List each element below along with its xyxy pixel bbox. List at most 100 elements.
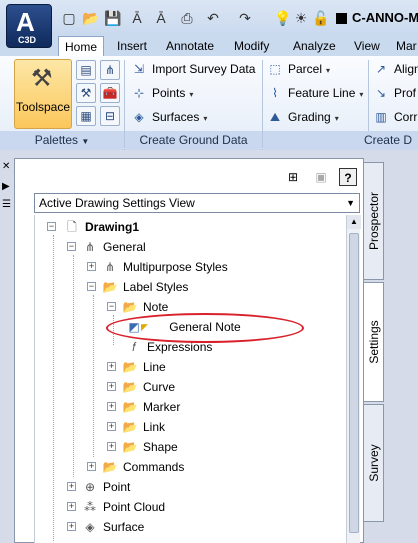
alignment-dropdown[interactable]: ↗ Align: [372, 58, 418, 80]
scroll-thumb[interactable]: [349, 233, 359, 533]
tree-label: Point Cloud: [103, 500, 166, 514]
save-as-icon[interactable]: Ā: [128, 9, 146, 27]
tool-palette-icon[interactable]: ⚒: [76, 83, 96, 103]
surfaces-dropdown[interactable]: ◈ Surfaces ▾: [130, 106, 207, 128]
tab-annotate[interactable]: Annotate: [166, 36, 214, 56]
expand-toggle[interactable]: +: [67, 522, 76, 531]
tab-prospector[interactable]: Prospector: [364, 162, 384, 280]
tree-node-general[interactable]: − ⋔ General: [67, 237, 146, 257]
folder-open-icon: 📂: [102, 280, 118, 294]
expand-toggle[interactable]: +: [107, 362, 116, 371]
close-icon[interactable]: ✕: [2, 162, 12, 172]
save-icon[interactable]: 💾: [104, 9, 122, 27]
open-folder-icon[interactable]: 📂: [82, 9, 100, 27]
tree-node-multipurpose-styles[interactable]: + ⋔ Multipurpose Styles: [87, 257, 228, 277]
import-survey-label: Import Survey Data: [152, 62, 256, 76]
tree-node-drawing1[interactable]: − 🗋 Drawing1: [47, 217, 139, 237]
parcel-dropdown[interactable]: ⬚ Parcel ▾: [266, 58, 330, 80]
scroll-up-arrow[interactable]: ▲: [347, 215, 361, 229]
view-selector-dropdown[interactable]: Active Drawing Settings View ▼: [34, 193, 360, 213]
profile-dropdown[interactable]: ↘ Prof: [372, 82, 416, 104]
expand-toggle[interactable]: +: [107, 422, 116, 431]
tree-node-curve[interactable]: + 📂 Curve: [107, 377, 175, 397]
palettes-label: Palettes: [34, 133, 79, 147]
tab-settings[interactable]: Settings: [364, 282, 384, 402]
tab-insert[interactable]: Insert: [117, 36, 147, 56]
profile-label: Prof: [394, 86, 417, 100]
import-survey-data-button[interactable]: ⇲ Import Survey Data: [130, 58, 255, 80]
tree-node-link[interactable]: + 📂 Link: [107, 417, 165, 437]
feature-line-dropdown[interactable]: ⌇ Feature Line ▾: [266, 82, 363, 104]
grading-label: Grading: [288, 110, 331, 124]
chevron-down-icon: ▾: [326, 66, 331, 75]
tab-modify[interactable]: Modify: [234, 36, 269, 56]
properties-palette-icon[interactable]: ▤: [76, 60, 96, 80]
help-button[interactable]: ?: [339, 168, 357, 186]
app-badge: C3D: [18, 35, 37, 45]
collapse-toggle[interactable]: −: [87, 282, 96, 291]
toolbox-icon[interactable]: 🧰: [100, 83, 120, 103]
expand-toggle[interactable]: +: [107, 442, 116, 451]
expand-toggle[interactable]: +: [67, 502, 76, 511]
corridor-dropdown[interactable]: ▥ Corr: [372, 106, 417, 128]
styles-icon: ⋔: [84, 240, 96, 254]
saveas-dwg-icon[interactable]: Ā: [152, 9, 170, 27]
toolspace-label: Toolspace: [15, 100, 71, 114]
tab-home[interactable]: Home: [58, 36, 105, 57]
folder-icon: 📂: [122, 400, 138, 414]
expand-toggle[interactable]: +: [87, 462, 96, 471]
expand-toggle[interactable]: +: [107, 382, 116, 391]
tree-node-surface[interactable]: + ◈ Surface: [67, 517, 144, 537]
corridor-label: Corr: [394, 110, 418, 124]
styles-palette-icon[interactable]: ⋔: [100, 60, 120, 80]
collapse-toggle[interactable]: −: [47, 222, 56, 231]
redo-icon[interactable]: ↷: [236, 9, 254, 27]
tree-node-shape[interactable]: + 📂 Shape: [107, 437, 178, 457]
tree-node-marker[interactable]: + 📂 Marker: [107, 397, 180, 417]
tree-node-line[interactable]: + 📂 Line: [107, 357, 166, 377]
tree-label: Curve: [143, 380, 176, 394]
alignment-icon: ↗: [375, 62, 387, 76]
save-disabled-icon: ▣: [315, 170, 327, 184]
highlight-ellipse-annotation: [106, 313, 304, 343]
toolspace-button[interactable]: ⚒ Toolspace: [14, 59, 72, 129]
tab-analyze[interactable]: Analyze: [293, 36, 336, 56]
auto-hide-icon[interactable]: ▶: [2, 182, 12, 192]
layer-palette-icon[interactable]: ▦: [76, 106, 96, 126]
folder-icon: 📂: [122, 360, 138, 374]
design-center-icon[interactable]: ⊟: [100, 106, 120, 126]
drawing-icon: 🗋: [67, 220, 77, 234]
tree-label: General: [103, 240, 146, 254]
tree-node-commands[interactable]: + 📂 Commands: [87, 457, 184, 477]
tree-label: Link: [143, 420, 166, 434]
grading-dropdown[interactable]: ⛰ Grading ▾: [266, 106, 339, 128]
tab-manage[interactable]: Mar: [396, 36, 417, 56]
tree-node-point[interactable]: + ⊕ Point: [67, 477, 130, 497]
collapse-toggle[interactable]: −: [67, 242, 76, 251]
points-dropdown[interactable]: ⊹ Points ▾: [130, 82, 193, 104]
collapse-toggle[interactable]: −: [107, 302, 116, 311]
print-icon[interactable]: ⎙: [178, 9, 196, 27]
view-selector-value: Active Drawing Settings View: [39, 196, 195, 210]
expand-toggle[interactable]: +: [107, 402, 116, 411]
expand-toggle[interactable]: +: [67, 482, 76, 491]
tab-label: Settings: [366, 320, 381, 364]
palettes-panel-title[interactable]: Palettes ▼: [0, 131, 124, 150]
create-ground-data-label: Create Ground Data: [139, 133, 248, 147]
application-menu-button[interactable]: A C3D: [6, 4, 52, 48]
new-file-icon[interactable]: ▢: [60, 9, 78, 27]
lock-icon[interactable]: 🔓: [312, 9, 330, 27]
tree-node-point-cloud[interactable]: + ⁂ Point Cloud: [67, 497, 165, 517]
properties-icon[interactable]: ☰: [2, 200, 12, 210]
tree-node-label-styles[interactable]: − 📂 Label Styles: [87, 277, 188, 297]
undo-icon[interactable]: ↶: [204, 9, 222, 27]
tab-view[interactable]: View: [354, 36, 380, 56]
bulb-icon[interactable]: 💡: [274, 9, 292, 27]
expand-toggle[interactable]: +: [87, 262, 96, 271]
folder-open-icon: 📂: [122, 300, 138, 314]
tree-label: Line: [143, 360, 166, 374]
sun-icon[interactable]: ☀: [292, 9, 310, 27]
toolspace-tree-icon[interactable]: ⊞: [284, 168, 302, 186]
tab-survey[interactable]: Survey: [364, 404, 384, 522]
tree-scrollbar[interactable]: ▲: [346, 215, 361, 543]
